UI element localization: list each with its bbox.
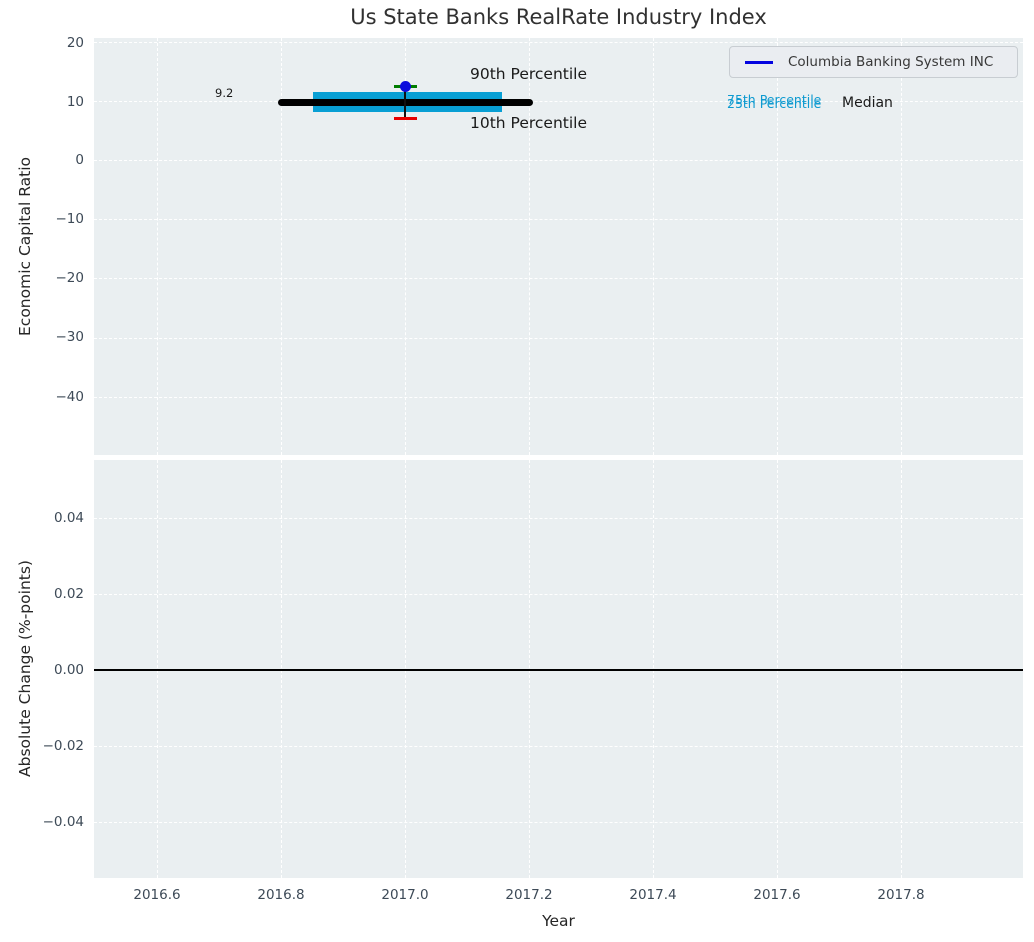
bottom-y-axis-label: Absolute Change (%-points) [16,560,34,778]
annotation-median: Median [842,95,893,111]
gridline-h [94,594,1023,595]
figure: Us State Banks RealRate Industry Index 9… [0,0,1034,942]
gridline-h [94,822,1023,823]
gridline-h [94,746,1023,747]
xtick: 2017.0 [381,887,429,903]
legend: Columbia Banking System INC [729,46,1018,78]
gridline-h [94,42,1023,43]
top-subplot: 9.2 90th Percentile 10th Percentile 75th… [94,38,1023,455]
company-data-point [400,81,411,92]
xtick: 2017.8 [877,887,925,903]
xtick: 2017.2 [505,887,553,903]
gridline-h [94,160,1023,161]
chart-title: Us State Banks RealRate Industry Index [350,5,767,29]
gridline-h [94,397,1023,398]
legend-entry-label: Columbia Banking System INC [788,54,994,70]
gridline-h [94,518,1023,519]
top-y-axis-label: Economic Capital Ratio [16,156,34,337]
zero-change-line [94,669,1023,671]
xtick: 2016.6 [133,887,181,903]
whisker-10th [394,117,417,120]
legend-line-sample [745,60,773,64]
annotation-90th-percentile: 90th Percentile [470,65,588,83]
xtick: 2017.4 [629,887,677,903]
x-axis-label: Year [542,912,575,930]
bottom-subplot [94,460,1023,878]
gridline-h [94,219,1023,220]
annotation-25th-percentile: 25th Percentile [727,96,822,111]
gridline-h [94,278,1023,279]
gridline-h [94,338,1023,339]
xtick: 2016.8 [257,887,305,903]
annotation-10th-percentile: 10th Percentile [470,114,588,132]
median-value-label: 9.2 [215,86,234,100]
xtick: 2017.6 [753,887,801,903]
